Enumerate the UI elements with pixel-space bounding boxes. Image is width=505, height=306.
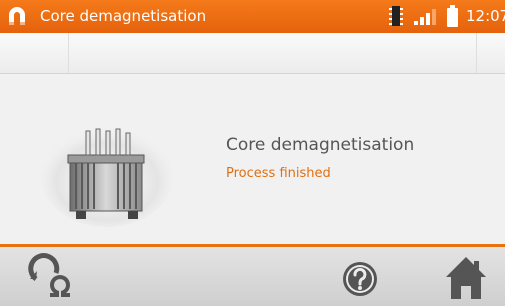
memory-chip-icon (389, 6, 403, 26)
subheader-bar (0, 33, 505, 74)
bottom-toolbar (0, 247, 505, 306)
subheader-divider (68, 33, 69, 73)
resistance-button[interactable] (26, 253, 82, 301)
main-panel: Core demagnetisation Process finished (0, 74, 505, 244)
app-title: Core demagnetisation (40, 7, 207, 25)
home-button[interactable] (436, 253, 492, 301)
process-status: Process finished (226, 166, 331, 181)
battery-icon (447, 5, 458, 27)
transformer-image (41, 127, 173, 227)
status-bar: Core demagnetisation 12:07 (0, 0, 505, 33)
resistance-icon (28, 253, 70, 297)
magnet-icon (9, 7, 25, 25)
home-icon (446, 257, 486, 299)
help-button[interactable] (331, 253, 387, 301)
signal-icon (414, 9, 436, 25)
clock: 12:07 (466, 7, 505, 25)
page-heading: Core demagnetisation (226, 135, 415, 155)
subheader-divider (476, 33, 477, 73)
help-icon (343, 262, 377, 296)
